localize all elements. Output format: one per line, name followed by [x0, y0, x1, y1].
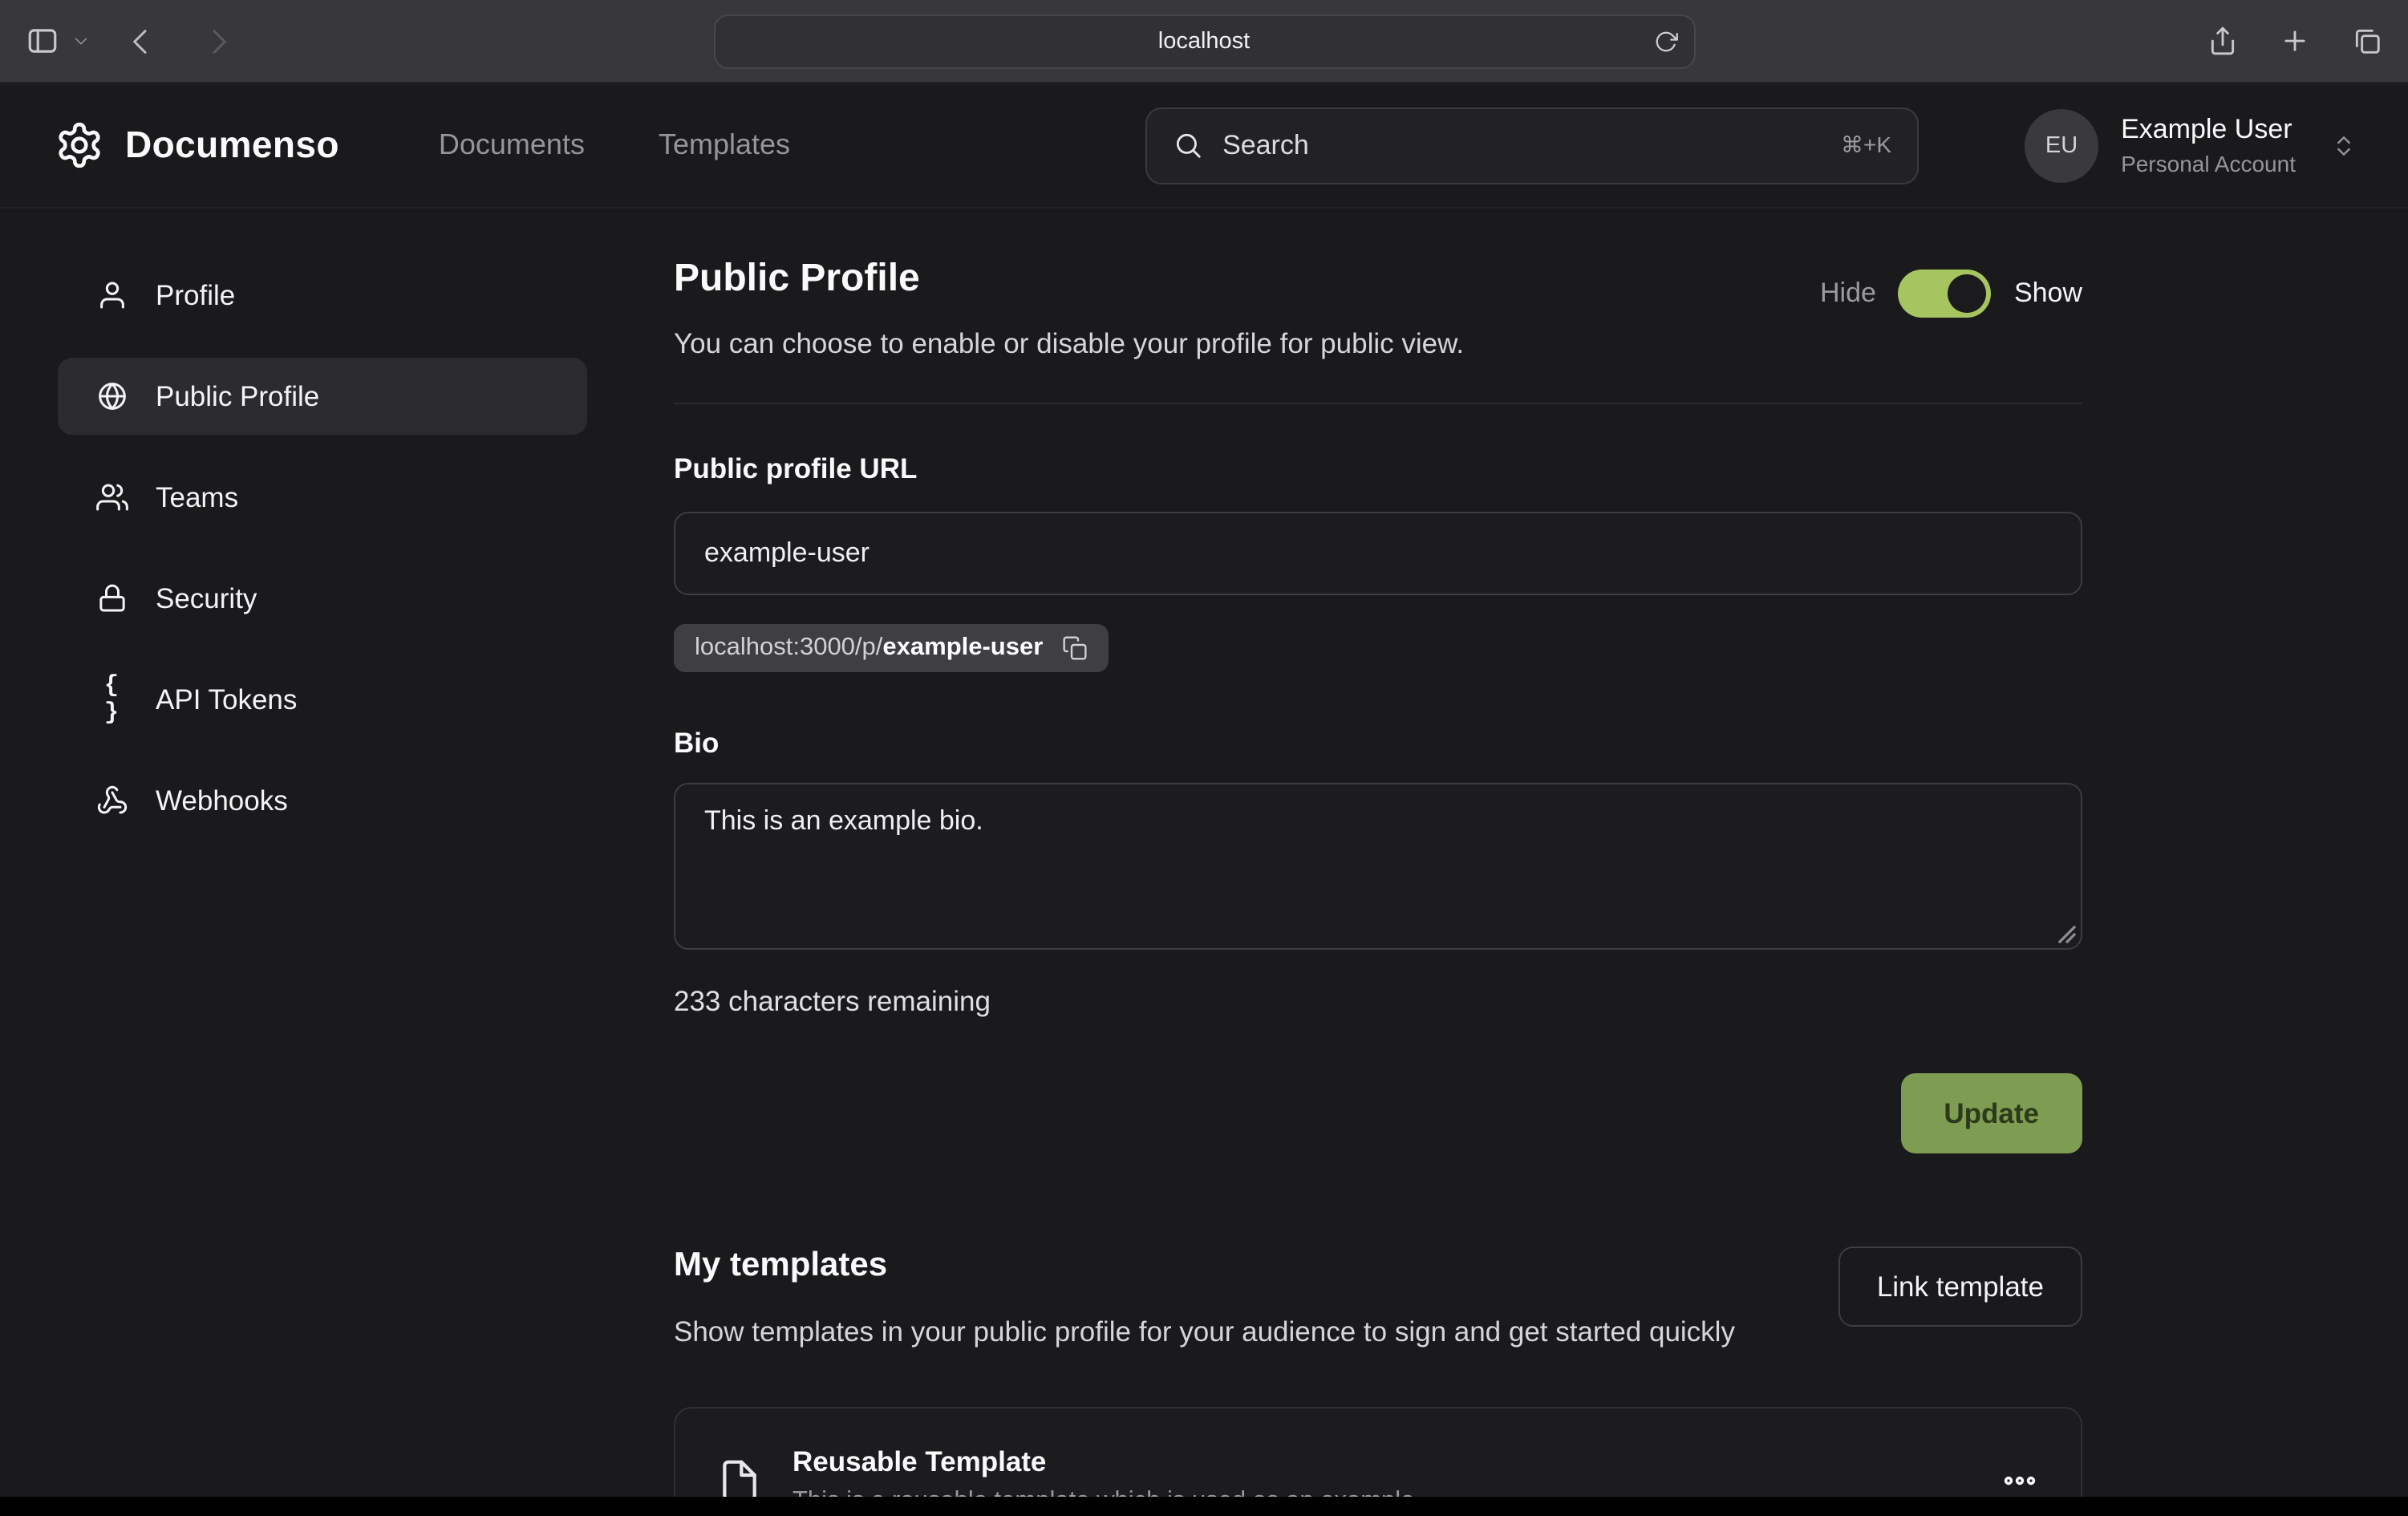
new-tab-icon[interactable]	[2280, 26, 2310, 56]
sidebar-item-webhooks[interactable]: Webhooks	[58, 762, 587, 839]
user-icon	[96, 279, 128, 311]
webhook-icon	[96, 784, 128, 817]
sidebar-item-label: Teams	[156, 480, 238, 514]
settings-sidebar: Profile Public Profile Teams Security { …	[58, 257, 587, 1516]
main-nav: Documents Templates	[439, 128, 790, 162]
browser-back-icon[interactable]	[125, 25, 157, 57]
characters-remaining: 233 characters remaining	[674, 985, 2082, 1019]
page-subtitle: You can choose to enable or disable your…	[674, 327, 1464, 361]
lock-icon	[96, 582, 128, 614]
templates-description: Show templates in your public profile fo…	[674, 1311, 1735, 1353]
more-horizontal-icon[interactable]	[2001, 1462, 2039, 1501]
account-name: Example User	[2121, 114, 2296, 146]
avatar: EU	[2025, 108, 2098, 182]
public-profile-url-input[interactable]	[674, 512, 2082, 595]
brand[interactable]: Documenso	[55, 120, 339, 170]
sidebar-item-profile[interactable]: Profile	[58, 257, 587, 334]
profile-url-slug: example-user	[882, 634, 1043, 661]
toggle-hide-label: Hide	[1820, 278, 1876, 310]
update-button[interactable]: Update	[1900, 1073, 2082, 1153]
address-bar-url[interactable]: localhost	[1158, 29, 1250, 55]
profile-url-preview[interactable]: localhost:3000/p/example-user	[674, 624, 1109, 672]
link-template-button[interactable]: Link template	[1838, 1246, 2082, 1327]
bio-field-label: Bio	[674, 727, 2082, 760]
tab-overview-icon[interactable]	[2352, 26, 2382, 56]
template-name: Reusable Template	[793, 1446, 1421, 1480]
profile-visibility-toggle[interactable]	[1899, 270, 1992, 318]
window-bottom-edge	[0, 1497, 2408, 1516]
account-type: Personal Account	[2121, 151, 2296, 176]
address-bar[interactable]: localhost	[713, 14, 1695, 69]
globe-icon	[96, 380, 128, 412]
documenso-logo-icon	[55, 120, 104, 170]
users-icon	[96, 481, 128, 513]
url-field-label: Public profile URL	[674, 452, 2082, 486]
sidebar-item-label: Public Profile	[156, 379, 319, 413]
sidebar-item-label: Webhooks	[156, 784, 288, 817]
sidebar-item-label: API Tokens	[156, 683, 297, 716]
nav-templates[interactable]: Templates	[659, 128, 790, 162]
toggle-knob	[1948, 274, 1987, 313]
search-shortcut: ⌘+K	[1841, 132, 1891, 159]
browser-forward-icon[interactable]	[202, 25, 234, 57]
chevron-down-icon[interactable]	[72, 32, 90, 50]
sidebar-item-label: Security	[156, 582, 257, 615]
search-input[interactable]	[1222, 129, 1822, 161]
app-header: Documenso Documents Templates ⌘+K EU Exa…	[0, 83, 2408, 209]
resize-grip-icon[interactable]	[2058, 926, 2076, 943]
braces-icon: { }	[96, 672, 128, 727]
search-icon	[1173, 130, 1203, 160]
reload-icon[interactable]	[1653, 30, 1677, 54]
global-search[interactable]: ⌘+K	[1145, 107, 1919, 184]
toggle-show-label: Show	[2014, 278, 2082, 310]
templates-title: My templates	[674, 1246, 1735, 1285]
sidebar-item-api-tokens[interactable]: { } API Tokens	[58, 661, 587, 738]
sidebar-item-teams[interactable]: Teams	[58, 459, 587, 536]
copy-icon[interactable]	[1062, 635, 1088, 661]
account-menu[interactable]: EU Example User Personal Account	[2025, 108, 2357, 182]
app-window: localhost Documenso Documents	[0, 0, 2408, 1516]
bio-textarea[interactable]: This is an example bio.	[674, 783, 2082, 950]
sidebar-item-security[interactable]: Security	[58, 560, 587, 637]
brand-name: Documenso	[125, 124, 339, 167]
browser-chrome: localhost	[0, 0, 2408, 83]
sidebar-panel-icon[interactable]	[26, 24, 59, 58]
sidebar-item-label: Profile	[156, 278, 235, 312]
nav-documents[interactable]: Documents	[439, 128, 585, 162]
divider	[674, 403, 2082, 404]
sidebar-item-public-profile[interactable]: Public Profile	[58, 358, 587, 435]
share-icon[interactable]	[2207, 26, 2238, 56]
main-content: Public Profile You can choose to enable …	[674, 257, 2082, 1516]
chevrons-up-down-icon	[2331, 132, 2357, 158]
profile-url-prefix: localhost:3000/p/example-user	[695, 634, 1043, 663]
page-title: Public Profile	[674, 257, 1464, 302]
